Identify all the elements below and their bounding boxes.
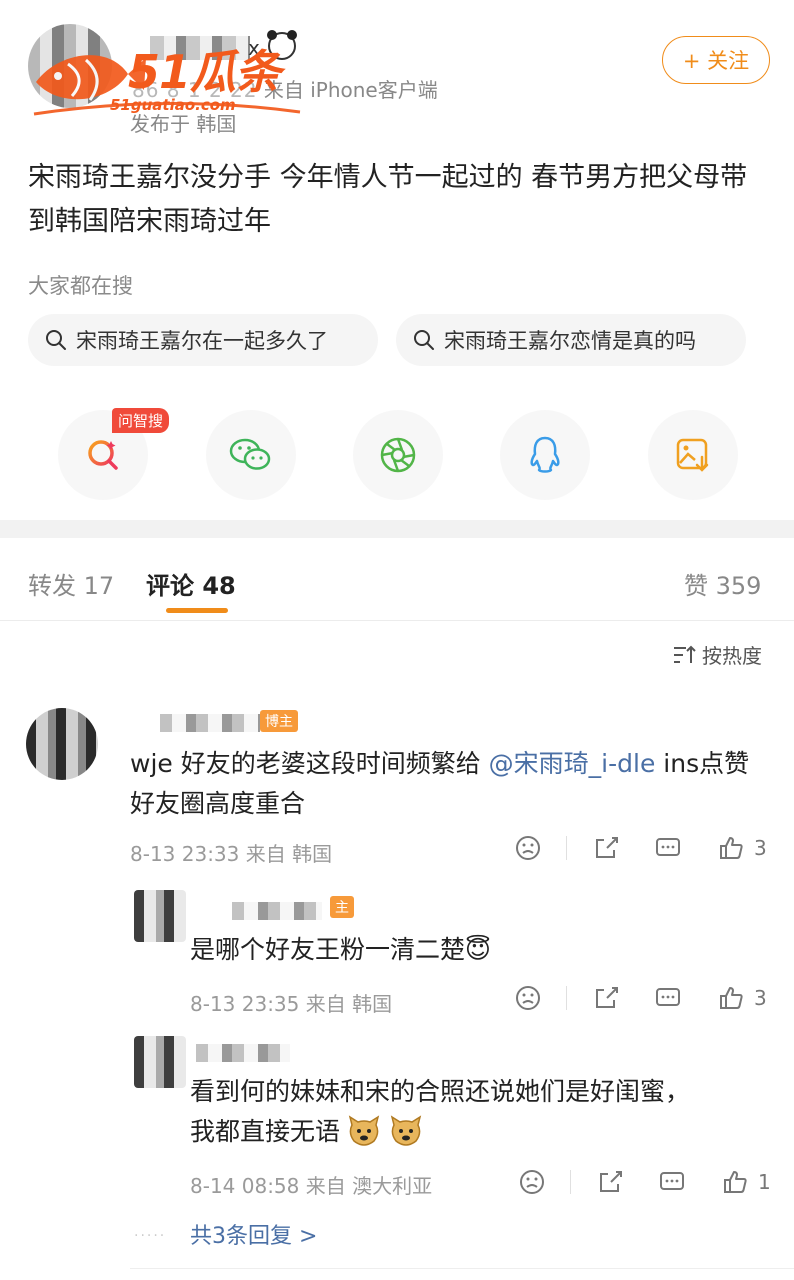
- mention-link[interactable]: @宋雨琦_i-dle: [489, 749, 656, 778]
- frown-icon: [520, 1170, 544, 1194]
- repost-button[interactable]: [592, 984, 620, 1012]
- reply-avatar[interactable]: [134, 1036, 186, 1088]
- search-chip-1-text: 宋雨琦王嘉尔在一起多久了: [76, 329, 328, 353]
- search-chip-1[interactable]: 宋雨琦王嘉尔在一起多久了: [28, 314, 378, 366]
- commenter-avatar[interactable]: [26, 708, 98, 780]
- trending-search-label: 大家都在搜: [28, 274, 133, 298]
- share-icon: [600, 1171, 622, 1192]
- like-button[interactable]: 1: [722, 1168, 771, 1196]
- replies-dots: ·····: [134, 1228, 167, 1244]
- commenter-name-blurred[interactable]: [160, 714, 260, 732]
- reply-text-line: 我都直接无语: [190, 1112, 770, 1152]
- reply-meta: 8-14 08:58 来自 澳大利亚: [190, 1174, 433, 1198]
- reply-name-blurred[interactable]: [196, 1044, 290, 1062]
- comment-text-part: wje 好友的老婆这段时间频繁给: [130, 749, 489, 778]
- active-tab-indicator: [166, 608, 228, 613]
- author-tag: 博主: [260, 710, 298, 732]
- thumbs-up-icon: [720, 837, 743, 859]
- comment-text: wje 好友的老婆这段时间频繁给 @宋雨琦_i-dle ins点赞 好友圈高度重…: [130, 744, 780, 824]
- follow-button[interactable]: + 关注: [662, 36, 770, 84]
- post-body: 宋雨琦王嘉尔没分手 今年情人节一起过的 春节男方把父母带到韩国陪宋雨琦过年: [28, 162, 748, 237]
- watermark-url: 51guatiao.com: [110, 96, 236, 114]
- like-count: 3: [754, 986, 767, 1010]
- thumbs-up-icon: [720, 987, 743, 1009]
- wechat-icon: [229, 438, 271, 470]
- comment-divider: [130, 1268, 794, 1269]
- reply-meta: 8-13 23:35 来自 韩国: [190, 992, 393, 1016]
- tab-likes[interactable]: 赞 359: [684, 566, 761, 601]
- dislike-button[interactable]: [514, 984, 542, 1012]
- search-chip-2-text: 宋雨琦王嘉尔恋情是真的吗: [444, 329, 696, 353]
- repost-button[interactable]: [596, 1168, 624, 1196]
- repost-button[interactable]: [592, 834, 620, 862]
- dislike-button[interactable]: [518, 1168, 546, 1196]
- comment-icon: [660, 1172, 684, 1190]
- reply-button[interactable]: [654, 834, 682, 862]
- save-image-button[interactable]: [648, 410, 738, 500]
- ai-search-badge: 问智搜: [112, 408, 170, 433]
- sort-label: 按热度: [702, 644, 762, 668]
- section-divider: [0, 520, 794, 538]
- search-ai-icon: [88, 440, 118, 470]
- follow-button-label: + 关注: [682, 49, 750, 73]
- search-icon: [46, 330, 66, 350]
- share-moments-button[interactable]: [353, 410, 443, 500]
- tab-comments[interactable]: 评论 48: [146, 566, 236, 601]
- share-icon: [596, 837, 618, 858]
- like-button[interactable]: 3: [718, 984, 767, 1012]
- more-replies-link[interactable]: 共3条回复 >: [190, 1218, 317, 1250]
- like-count: 1: [758, 1170, 771, 1194]
- share-qq-button[interactable]: [500, 410, 590, 500]
- action-separator: [566, 836, 567, 860]
- frown-icon: [516, 986, 540, 1010]
- sort-by-hot-button[interactable]: 按热度: [672, 640, 762, 669]
- share-icon: [596, 987, 618, 1008]
- doge-emoji-icon: [348, 1115, 380, 1146]
- dislike-button[interactable]: [514, 834, 542, 862]
- like-button[interactable]: 3: [718, 834, 767, 862]
- reply-avatar[interactable]: [134, 890, 186, 942]
- reply-text-part: 我都直接无语: [190, 1117, 341, 1146]
- frown-icon: [516, 836, 540, 860]
- share-wechat-button[interactable]: [206, 410, 296, 500]
- tabs-divider: [0, 620, 794, 621]
- reply-text: 是哪个好友王粉一清二楚😇: [190, 935, 492, 964]
- doge-emoji-icon: [390, 1115, 422, 1146]
- comment-meta: 8-13 23:33 来自 韩国: [130, 842, 333, 866]
- author-tag: 主: [330, 896, 354, 918]
- tab-repost[interactable]: 转发 17: [28, 566, 114, 601]
- action-separator: [570, 1170, 571, 1194]
- reply-name-blurred[interactable]: [232, 902, 322, 920]
- moments-icon: [380, 437, 416, 473]
- qq-icon: [530, 436, 560, 473]
- sort-icon: [674, 645, 696, 663]
- watermark-brand: 51瓜条: [128, 45, 281, 99]
- thumbs-up-icon: [724, 1171, 747, 1193]
- search-chip-2[interactable]: 宋雨琦王嘉尔恋情是真的吗: [396, 314, 746, 366]
- reply-button[interactable]: [658, 1168, 686, 1196]
- save-image-icon: [676, 438, 709, 472]
- reply-text: 看到何的妹妹和宋的合照还说她们是好闺蜜， 我都直接无语: [190, 1072, 770, 1152]
- comment-icon: [656, 988, 680, 1006]
- action-separator: [566, 986, 567, 1010]
- reply-button[interactable]: [654, 984, 682, 1012]
- comment-icon: [656, 838, 680, 856]
- like-count: 3: [754, 836, 767, 860]
- search-icon: [414, 330, 434, 350]
- reply-text-line: 看到何的妹妹和宋的合照还说她们是好闺蜜，: [190, 1077, 691, 1106]
